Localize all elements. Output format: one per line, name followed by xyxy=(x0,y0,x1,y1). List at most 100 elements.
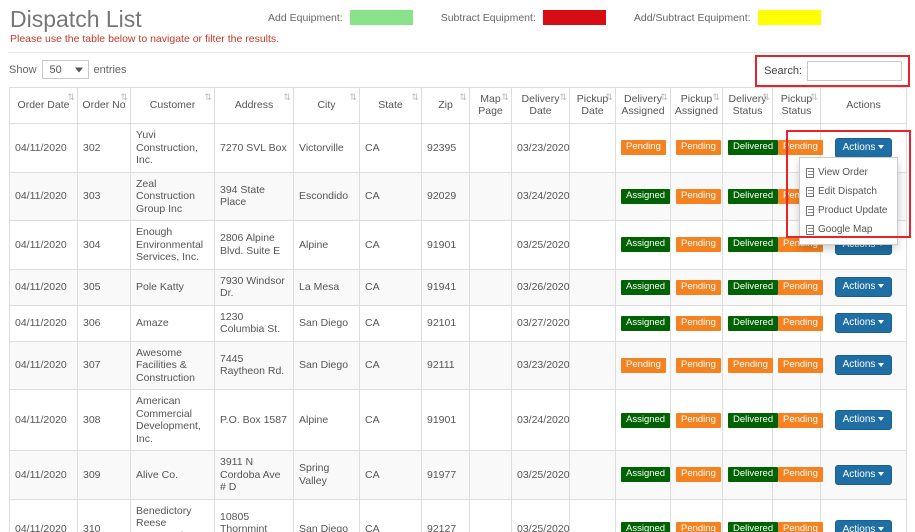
table-controls: Show 50 entries Search: xyxy=(0,53,915,87)
col-map-page[interactable]: Map Page ⇅ xyxy=(469,87,512,124)
sort-icon[interactable]: ⇅ xyxy=(660,92,667,102)
cell-pickup-date xyxy=(569,220,616,270)
sort-icon[interactable]: ⇅ xyxy=(67,92,74,102)
col-state[interactable]: State ⇅ xyxy=(359,87,422,124)
actions-button[interactable]: Actions xyxy=(834,410,893,430)
delivery-assigned-cell: Assigned xyxy=(615,498,671,532)
dropdown-item-product-update[interactable]: Product Update xyxy=(800,201,897,220)
pickup-status-cell: Pending xyxy=(772,450,823,500)
table-row: 04/11/2020 303 Zeal Construction Group Inc… xyxy=(9,171,907,221)
pickup-assigned-cell: Pending xyxy=(670,123,723,173)
cell-zip: 91901 xyxy=(421,389,470,451)
show-label: Show xyxy=(9,63,37,76)
dropdown-item-google-map[interactable]: Google Map xyxy=(800,220,897,239)
delivery-assigned-cell: Assigned xyxy=(615,389,671,451)
col-customer[interactable]: Customer ⇅ xyxy=(130,87,215,124)
sort-icon[interactable]: ⇅ xyxy=(762,92,769,102)
status-badge: Delivered xyxy=(728,315,779,331)
status-badge: Pending xyxy=(728,357,773,373)
cell-address: 7445 Raytheon Rd. xyxy=(214,340,294,390)
status-badge: Delivered xyxy=(728,279,779,295)
pickup-status-cell: Pending xyxy=(772,498,823,532)
cell-state: CA xyxy=(359,304,422,342)
col-label-city: City xyxy=(317,99,336,111)
col-pickup-date[interactable]: Pickup Date ⇅ xyxy=(569,87,616,124)
dropdown-item-edit-dispatch[interactable]: Edit Dispatch xyxy=(800,182,897,201)
cell-order-date: 04/11/2020 xyxy=(9,171,78,221)
status-badge: Pending xyxy=(676,237,721,253)
search-input[interactable] xyxy=(807,61,902,81)
sort-icon[interactable]: ⇅ xyxy=(204,92,211,102)
actions-button[interactable]: Actions xyxy=(834,355,893,376)
status-badge: Pending xyxy=(676,467,721,483)
col-order-no[interactable]: Order No ⇅ xyxy=(77,87,131,124)
pickup-assigned-cell: Pending xyxy=(670,220,723,270)
file-icon xyxy=(806,167,814,178)
col-delivery-date[interactable]: Delivery Date ⇅ xyxy=(511,87,570,124)
col-delivery-assigned[interactable]: Delivery Assigned ⇅ xyxy=(615,87,671,124)
cell-order-date: 04/11/2020 xyxy=(9,389,78,451)
col-order-date[interactable]: Order Date ⇅ xyxy=(9,87,78,124)
dropdown-item-view-order[interactable]: View Order xyxy=(800,163,897,182)
dispatch-list-page: Dispatch List Please use the table below… xyxy=(0,0,915,532)
cell-state: CA xyxy=(359,498,422,532)
actions-button[interactable]: Actions xyxy=(834,277,893,297)
status-badge: Assigned xyxy=(621,522,671,532)
cell-zip: 91977 xyxy=(421,450,470,500)
sort-icon[interactable]: ⇅ xyxy=(120,92,127,102)
pickup-assigned-cell: Pending xyxy=(670,450,723,500)
cell-pickup-date xyxy=(569,450,616,500)
status-badge: Pending xyxy=(778,357,823,373)
header-row: Order Date ⇅ Order No ⇅ Customer ⇅ Address ⇅… xyxy=(9,87,907,124)
sort-icon[interactable]: ⇅ xyxy=(559,92,566,102)
sort-icon[interactable]: ⇅ xyxy=(459,92,466,102)
delivery-assigned-cell: Assigned xyxy=(615,171,671,221)
sort-icon[interactable]: ⇅ xyxy=(605,92,612,102)
sort-icon[interactable]: ⇅ xyxy=(411,92,418,102)
col-zip[interactable]: Zip ⇅ xyxy=(421,87,470,124)
cell-map-page xyxy=(469,498,512,532)
sort-icon[interactable]: ⇅ xyxy=(810,92,817,102)
cell-delivery-date: 03/26/2020 xyxy=(511,268,570,306)
col-address[interactable]: Address ⇅ xyxy=(214,87,294,124)
pickup-assigned-cell: Pending xyxy=(670,304,723,342)
cell-city: San Diego xyxy=(293,498,360,532)
cell-delivery-date: 03/25/2020 xyxy=(511,220,570,270)
page-length-select[interactable]: 50 xyxy=(41,60,89,79)
cell-order-no: 307 xyxy=(77,340,131,390)
sort-icon[interactable]: ⇅ xyxy=(712,92,719,102)
cell-pickup-date xyxy=(569,389,616,451)
chevron-down-icon xyxy=(878,417,885,422)
col-city[interactable]: City ⇅ xyxy=(293,87,360,124)
cell-customer: Enough Environmental Services, Inc. xyxy=(130,220,215,270)
actions-button[interactable]: Actions xyxy=(834,464,893,485)
chevron-down-icon xyxy=(878,284,885,289)
col-delivery-status[interactable]: Delivery Status ⇅ xyxy=(722,87,773,124)
actions-button[interactable]: Actions xyxy=(834,137,893,158)
cell-customer: American Commercial Development, Inc. xyxy=(130,389,215,451)
table-body: 04/11/2020 302 Yuvi Construction, Inc. 7270… xyxy=(9,123,907,532)
actions-button[interactable]: Actions xyxy=(834,519,893,532)
status-badge: Pending xyxy=(676,522,721,532)
sort-icon[interactable]: ⇅ xyxy=(349,92,356,102)
actions-cell: Actions xyxy=(820,389,907,451)
cell-map-page xyxy=(469,304,512,342)
sort-icon[interactable]: ⇅ xyxy=(283,92,290,102)
actions-cell: Actions xyxy=(820,304,907,342)
cell-delivery-date: 03/25/2020 xyxy=(511,450,570,500)
cell-zip: 92395 xyxy=(421,123,470,173)
col-pickup-status[interactable]: Pickup Status ⇅ xyxy=(772,87,821,124)
actions-button[interactable]: Actions xyxy=(834,313,893,333)
status-badge: Pending xyxy=(676,140,721,156)
sort-icon[interactable]: ⇅ xyxy=(501,92,508,102)
status-badge: Delivered xyxy=(728,237,779,253)
file-icon xyxy=(806,205,814,216)
actions-dropdown-menu[interactable]: View Order Edit Dispatch Product Update Goo… xyxy=(799,157,898,245)
dropdown-item-label: Edit Dispatch xyxy=(818,186,877,197)
actions-button-label: Actions xyxy=(842,281,876,292)
cell-city: San Diego xyxy=(293,304,360,342)
equipment-legend: Add Equipment: Subtract Equipment: Add/S… xyxy=(268,10,821,25)
cell-delivery-date: 03/27/2020 xyxy=(511,304,570,342)
dropdown-item-label: Product Update xyxy=(818,205,888,216)
col-pickup-assigned[interactable]: Pickup Assigned ⇅ xyxy=(670,87,723,124)
